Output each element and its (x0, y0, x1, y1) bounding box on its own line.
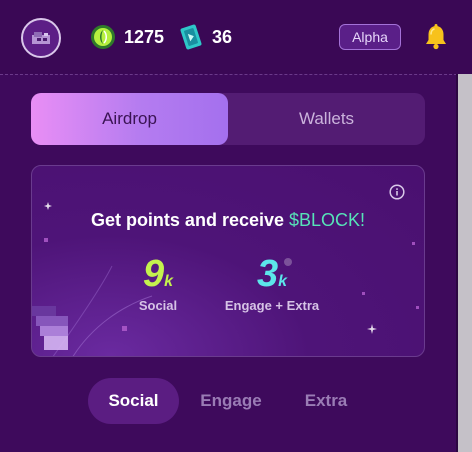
tab-airdrop[interactable]: Airdrop (31, 93, 228, 145)
points-counter: 1275 (90, 22, 164, 52)
info-icon[interactable] (389, 184, 405, 200)
airdrop-panel: 1275 36 Alpha Airdrop Wallets Get points… (0, 0, 472, 452)
tickets-counter: 36 (178, 22, 232, 52)
header-divider (0, 74, 472, 75)
engage-points-value: 3 (256, 253, 279, 295)
engage-metric: 3k Engage + Extra (212, 254, 332, 313)
tab-wallets[interactable]: Wallets (228, 93, 425, 145)
user-avatar[interactable] (21, 18, 61, 58)
subtab-engage[interactable]: Engage (189, 378, 273, 424)
tickets-value: 36 (212, 26, 233, 47)
bell-icon[interactable] (422, 23, 450, 51)
points-icon (91, 25, 115, 49)
engage-metric-label: Engage + Extra (224, 298, 320, 313)
subtab-social[interactable]: Social (88, 378, 179, 424)
points-value: 1275 (124, 26, 165, 47)
card-title: Get points and receive $BLOCK! (32, 210, 424, 231)
social-metric: 9k Social (118, 254, 198, 313)
airdrop-info-card: Get points and receive $BLOCK! 9k Social… (31, 165, 425, 357)
avatar-icon (32, 32, 50, 44)
scrollbar-thumb[interactable] (458, 74, 472, 452)
social-metric-label: Social (138, 298, 178, 313)
engage-points-unit: k (278, 273, 288, 290)
token-name: $BLOCK! (289, 210, 366, 230)
alpha-badge: Alpha (339, 24, 401, 50)
ticket-icon (180, 24, 202, 50)
social-points-unit: k (164, 273, 174, 290)
card-title-text: Get points and receive (90, 210, 289, 230)
top-bar: 1275 36 Alpha (0, 0, 472, 74)
subtab-extra[interactable]: Extra (290, 378, 362, 424)
social-points-value: 9 (142, 253, 165, 295)
